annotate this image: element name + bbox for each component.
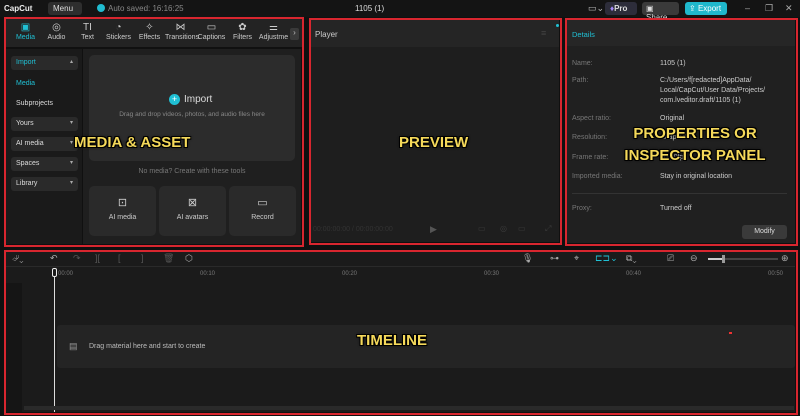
red-marker xyxy=(729,332,732,334)
pro-label: Pro xyxy=(614,4,628,13)
media-annotation-label: MEDIA & ASSET xyxy=(74,134,191,151)
layout-icon[interactable]: ▭⌄ xyxy=(588,3,604,14)
timeline-annotation-label: TIMELINE xyxy=(357,332,427,349)
preview-annotation-box xyxy=(309,18,562,245)
menu-label: Menu xyxy=(53,4,74,13)
project-title: 1105 (1) xyxy=(355,4,385,13)
close-icon[interactable]: ✕ xyxy=(785,3,793,14)
check-icon xyxy=(97,4,105,12)
pro-button[interactable]: ♦Pro xyxy=(605,2,637,15)
media-annotation-box xyxy=(4,17,304,247)
menu-button[interactable]: Menu ⌄ xyxy=(48,2,82,22)
restore-icon[interactable]: ❐ xyxy=(765,3,773,14)
share-icon: ▣ xyxy=(646,4,654,13)
export-label: Export xyxy=(697,4,722,13)
share-button[interactable]: ▣ Share xyxy=(642,2,679,22)
autosave-text: Auto saved: 16:16:25 xyxy=(108,4,184,13)
inspector-annotation-label: PROPERTIES OR INSPECTOR PANEL xyxy=(624,125,766,164)
autosave-status: Auto saved: 16:16:25 xyxy=(97,4,184,13)
export-button[interactable]: ⇪ Export xyxy=(685,2,727,15)
app-logo: CapCut xyxy=(4,4,33,13)
export-icon: ⇪ xyxy=(689,4,696,13)
minimize-icon[interactable]: – xyxy=(745,3,750,13)
preview-annotation-label: PREVIEW xyxy=(399,134,469,151)
